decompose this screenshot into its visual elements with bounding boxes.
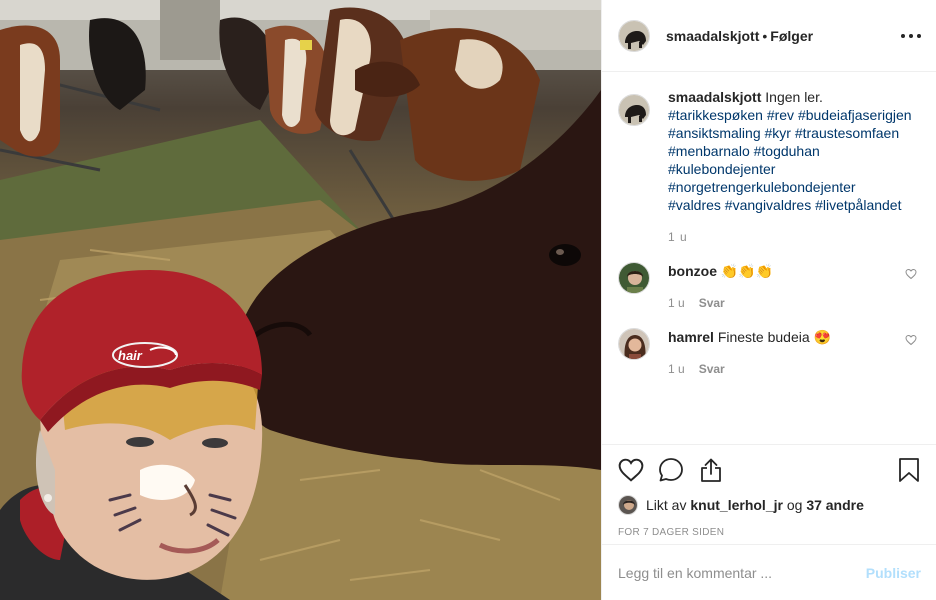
reply-button[interactable]: Svar: [699, 294, 725, 312]
cow-selfie-photo: hair: [0, 0, 601, 600]
action-row: [618, 445, 921, 495]
caption-body: smaadalskjott Ingen ler. #tarikkespøken …: [668, 88, 921, 246]
more-horizontal-icon[interactable]: [901, 26, 921, 46]
share-icon[interactable]: [698, 457, 724, 483]
comment-like-heart-icon[interactable]: [905, 334, 917, 346]
comment-body: bonzoe 👏👏👏 1 u Svar: [668, 262, 773, 312]
post-photo[interactable]: hair: [0, 0, 601, 600]
comment-username[interactable]: bonzoe: [668, 263, 717, 279]
hashtag-line[interactable]: #tarikkespøken #rev #budeiafjaserigjen: [668, 106, 921, 124]
hashtag-line[interactable]: #ansiktsmaling #kyr #traustesomfaen: [668, 124, 921, 142]
liker-username[interactable]: knut_lerhol_jr: [690, 497, 783, 513]
reply-button[interactable]: Svar: [699, 360, 725, 378]
commenter-avatar[interactable]: [618, 328, 650, 360]
comment-meta: 1 u Svar: [668, 360, 831, 378]
caption-text: Ingen ler.: [765, 89, 823, 105]
post-timestamp[interactable]: FOR 7 DAGER SIDEN: [618, 527, 921, 538]
comment-age[interactable]: 1 u: [668, 294, 685, 312]
hashtag-line[interactable]: #valdres #vangivaldres #livetpålandet: [668, 196, 921, 214]
publish-button[interactable]: Publiser: [866, 565, 921, 581]
header-text: smaadalskjott • Følger: [666, 28, 813, 44]
caption: smaadalskjott Ingen ler. #tarikkespøken …: [618, 88, 921, 246]
caption-avatar[interactable]: [618, 94, 650, 126]
post-header: smaadalskjott • Følger: [602, 0, 936, 72]
comment-icon[interactable]: [658, 457, 684, 483]
hashtag-line[interactable]: #kulebondejenter: [668, 160, 921, 178]
post-actions: Likt av knut_lerhol_jr og 37 andre FOR 7…: [602, 444, 936, 544]
add-comment-bar: Publiser: [602, 544, 936, 600]
hashtag-line[interactable]: #menbarnalo #togduhan: [668, 142, 921, 160]
hashtag-line[interactable]: #norgetrengerkulebondejenter: [668, 178, 921, 196]
comment-item: hamrel Fineste budeia 😍 1 u Svar: [618, 328, 921, 378]
comment-item: bonzoe 👏👏👏 1 u Svar: [618, 262, 921, 312]
commenter-avatar[interactable]: [618, 262, 650, 294]
cap-logo-text: hair: [118, 348, 143, 363]
instagram-post: hair smaadalskjott • Følger smaadalskjott …: [0, 0, 936, 600]
comment-like-heart-icon[interactable]: [905, 268, 917, 280]
comment-text: Fineste budeia 😍: [717, 329, 831, 345]
bookmark-icon[interactable]: [897, 457, 921, 483]
comment-username[interactable]: hamrel: [668, 329, 714, 345]
liker-avatar[interactable]: [618, 495, 638, 515]
caption-username[interactable]: smaadalskjott: [668, 89, 761, 105]
heart-icon[interactable]: [618, 457, 644, 483]
comment-age[interactable]: 1 u: [668, 360, 685, 378]
header-separator: •: [762, 27, 768, 44]
comment-body: hamrel Fineste budeia 😍 1 u Svar: [668, 328, 831, 378]
header-username[interactable]: smaadalskjott: [666, 28, 759, 44]
follow-button[interactable]: Følger: [770, 28, 813, 44]
likes-summary: Likt av knut_lerhol_jr og 37 andre: [618, 495, 921, 515]
comment-meta: 1 u Svar: [668, 294, 773, 312]
author-avatar[interactable]: [618, 19, 650, 52]
comment-text: 👏👏👏: [720, 263, 774, 279]
comments-area: smaadalskjott Ingen ler. #tarikkespøken …: [602, 72, 936, 444]
caption-age[interactable]: 1 u: [668, 228, 921, 246]
likes-prefix: Likt av: [646, 497, 687, 513]
comment-input[interactable]: [618, 564, 866, 581]
likes-others-button[interactable]: 37 andre: [806, 497, 864, 513]
likes-conj: og: [786, 497, 803, 513]
post-side-panel: smaadalskjott • Følger smaadalskjott Ingen…: [601, 0, 936, 600]
